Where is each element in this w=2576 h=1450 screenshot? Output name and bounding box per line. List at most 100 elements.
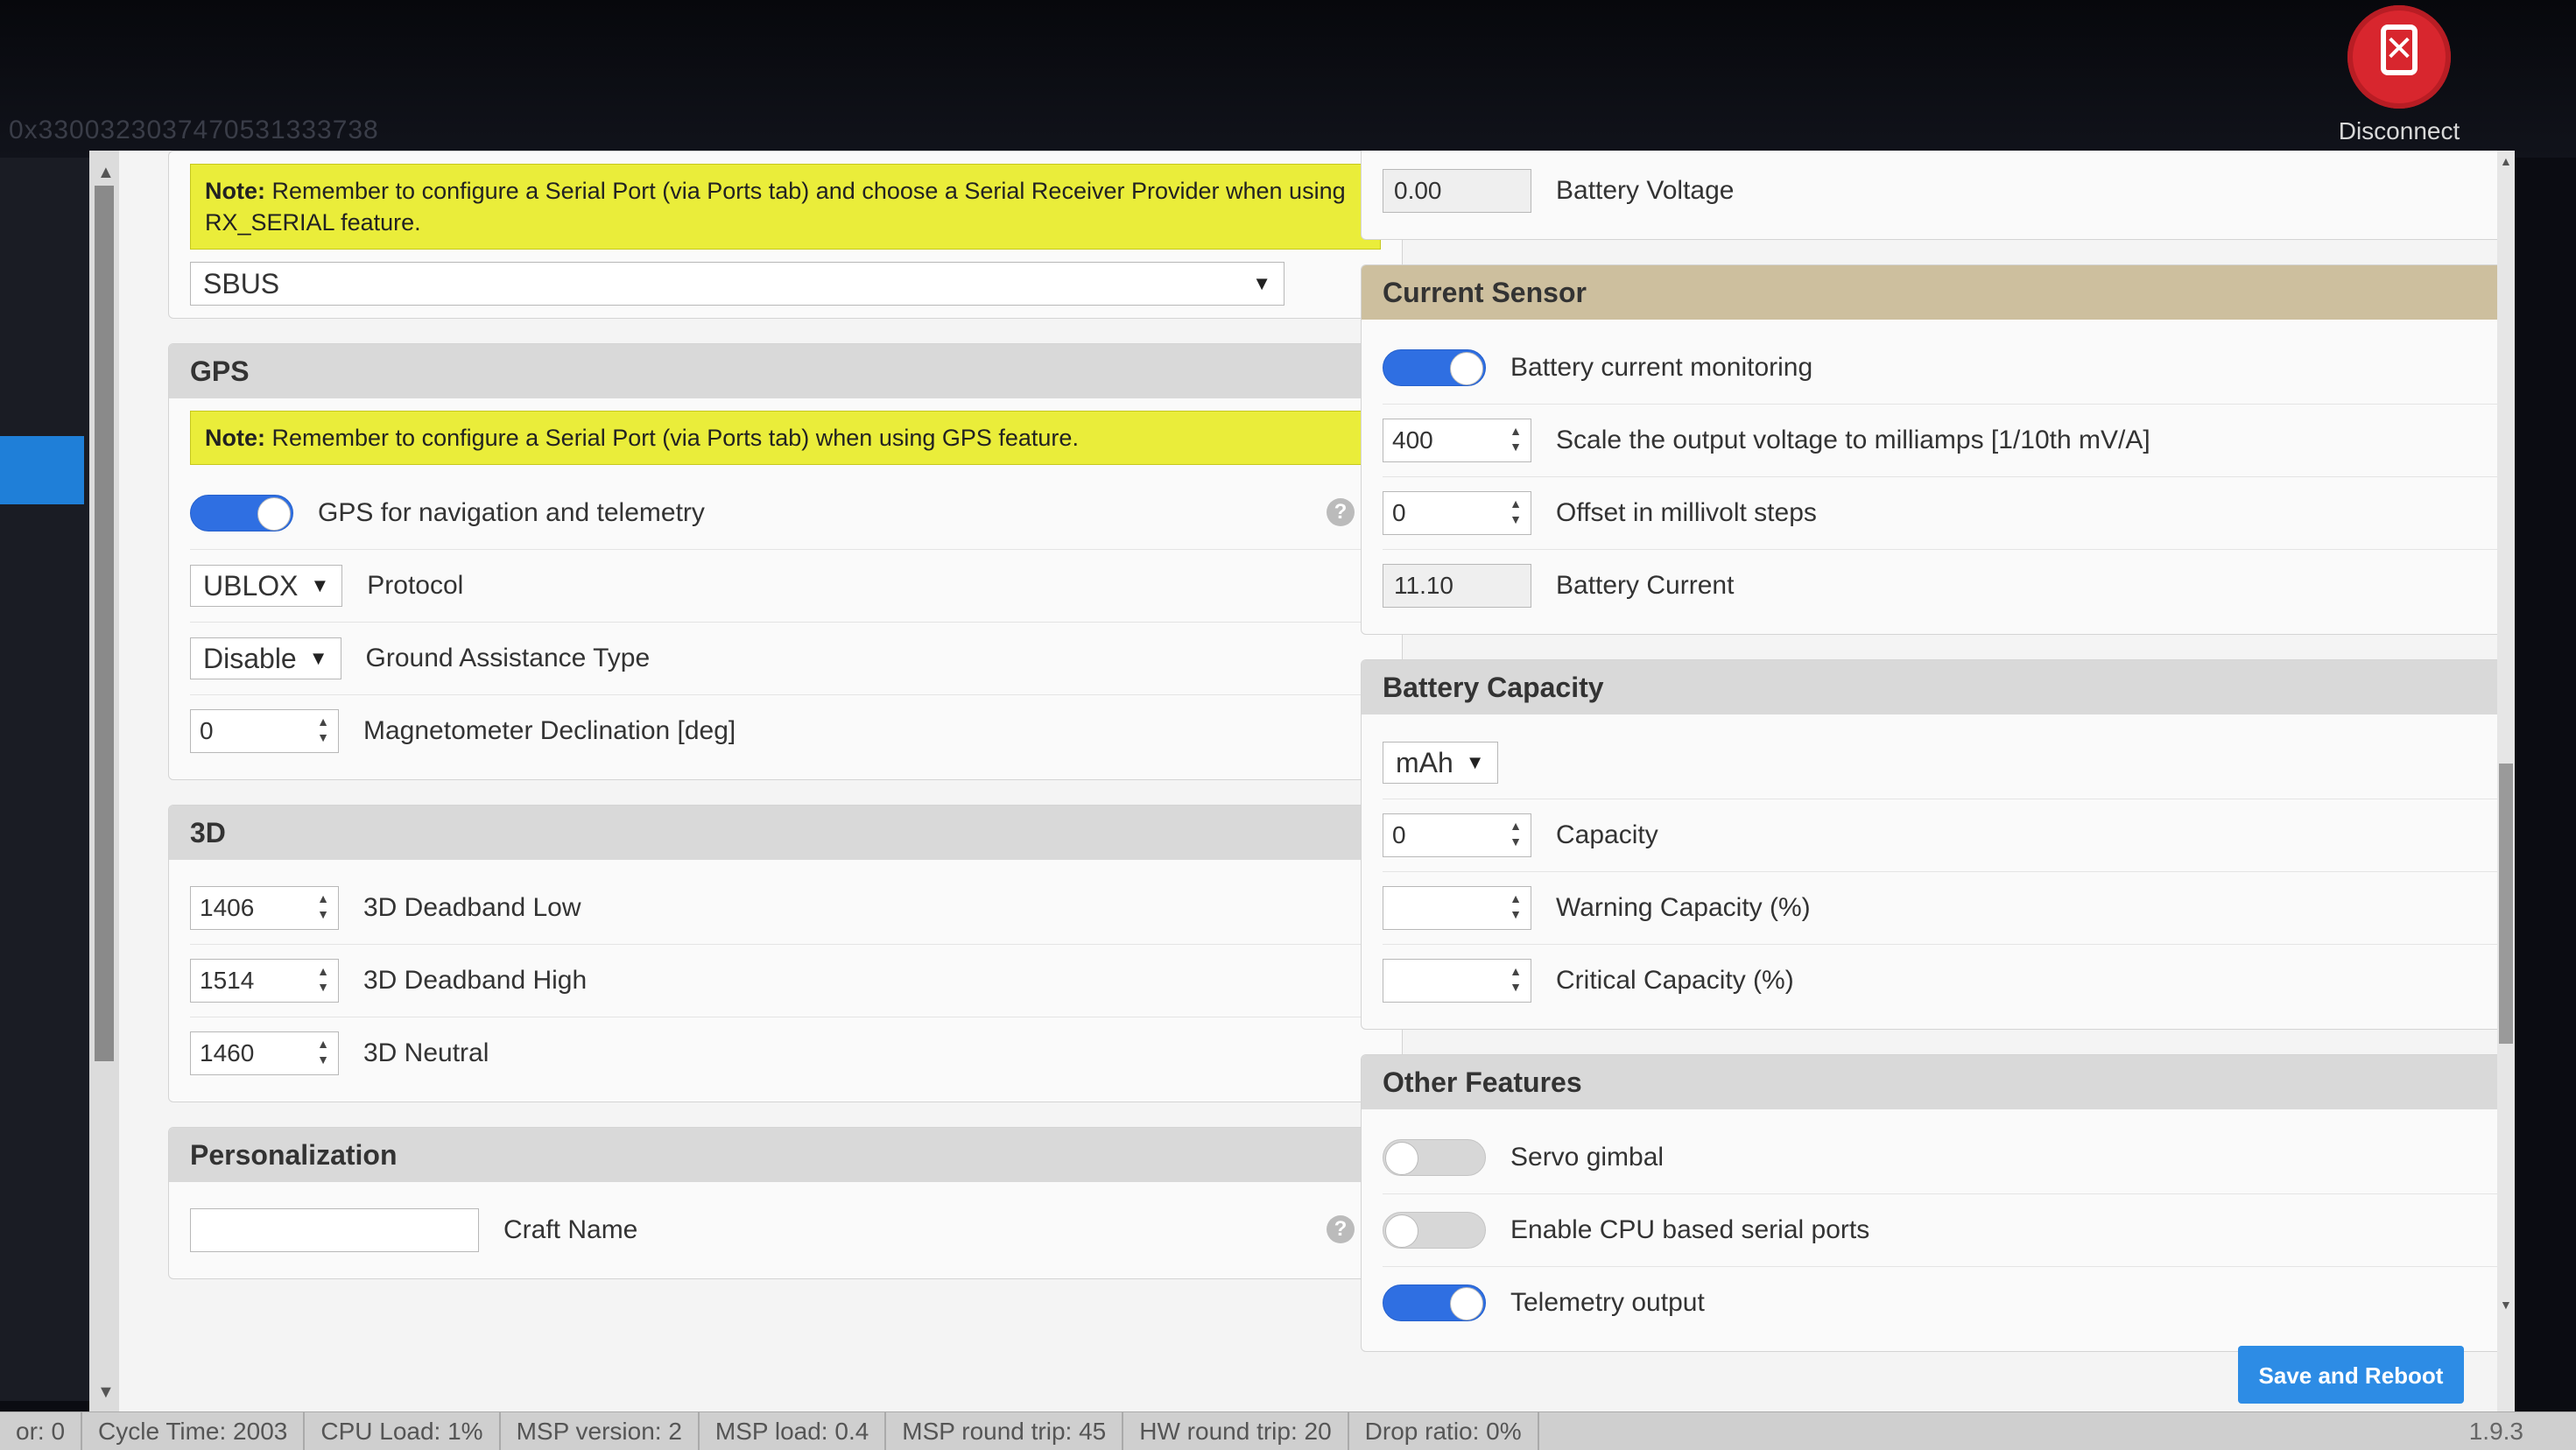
serial-receiver-provider-value: SBUS xyxy=(203,267,280,299)
left-scrollbar[interactable]: ▲ ▼ xyxy=(89,151,119,1411)
three-d-title: 3D xyxy=(169,806,1402,860)
spinner-arrows-icon[interactable]: ▲ ▼ xyxy=(313,890,333,926)
status-msp-round-trip: MSP round trip: 45 xyxy=(886,1412,1124,1450)
status-msp-load: MSP load: 0.4 xyxy=(700,1412,887,1450)
gps-protocol-row: UBLOX ▼ Protocol xyxy=(190,550,1381,623)
gps-toggle[interactable] xyxy=(190,495,293,531)
toggle-knob xyxy=(257,497,291,531)
neutral-row: 1460 ▲ ▼ 3D Neutral xyxy=(190,1017,1381,1089)
board-id-text: 0x3300323037470531333738 xyxy=(9,116,379,144)
spinner-arrows-icon[interactable]: ▲ ▼ xyxy=(1506,963,1525,998)
spinner-arrows-icon[interactable]: ▲ ▼ xyxy=(1506,818,1525,853)
cpu-serial-label: Enable CPU based serial ports xyxy=(1510,1215,1870,1244)
configuration-content: ▲ ▼ Note: Remember to configure a Serial… xyxy=(89,151,2515,1411)
spinner-arrows-icon[interactable]: ▲ ▼ xyxy=(1506,890,1525,926)
neutral-label: 3D Neutral xyxy=(363,1038,489,1067)
scroll-down-arrow-icon[interactable]: ▼ xyxy=(97,1383,115,1403)
status-hw-round-trip: HW round trip: 20 xyxy=(1123,1412,1349,1450)
save-and-reboot-button[interactable]: Save and Reboot xyxy=(2238,1346,2464,1404)
ground-assist-label: Ground Assistance Type xyxy=(365,644,651,672)
capacity-label: Capacity xyxy=(1556,820,1658,849)
capacity-unit-select[interactable]: mAh ▼ xyxy=(1383,742,1498,784)
spinner-arrows-icon[interactable]: ▲ ▼ xyxy=(1506,423,1525,458)
spinner-arrows-icon[interactable]: ▲ ▼ xyxy=(313,714,333,749)
chevron-down-icon: ▼ xyxy=(308,647,328,669)
spinner-arrows-icon[interactable]: ▲ ▼ xyxy=(1506,496,1525,531)
disconnect-x-glyph: ✕ xyxy=(2384,30,2414,68)
current-monitoring-label: Battery current monitoring xyxy=(1510,353,1813,382)
status-cycle-time: Cycle Time: 2003 xyxy=(82,1412,306,1450)
deadband-low-row: 1406 ▲ ▼ 3D Deadband Low xyxy=(190,872,1381,945)
capacity-unit-value: mAh xyxy=(1396,746,1453,778)
gps-protocol-select[interactable]: UBLOX ▼ xyxy=(190,565,343,607)
gps-toggle-label: GPS for navigation and telemetry xyxy=(318,498,705,527)
scale-label: Scale the output voltage to milliamps [1… xyxy=(1556,426,2150,454)
right-column: 0.00 Battery Voltage Current Sensor Batt… xyxy=(1361,151,2515,1376)
disconnect-label[interactable]: Disconnect xyxy=(2329,117,2469,145)
disconnect-button[interactable]: ✕ Disconnect xyxy=(2329,5,2469,145)
serial-receiver-provider-select[interactable]: SBUS ▼ xyxy=(190,262,1284,306)
ground-assist-row: Disable ▼ Ground Assistance Type xyxy=(190,623,1381,695)
telemetry-toggle[interactable] xyxy=(1383,1285,1486,1321)
capacity-row: 0 ▲ ▼ Capacity xyxy=(1383,799,2515,872)
craft-name-input[interactable] xyxy=(190,1208,479,1252)
offset-row: 0 ▲ ▼ Offset in millivolt steps xyxy=(1383,477,2515,550)
help-icon[interactable]: ? xyxy=(1327,1215,1355,1243)
spinner-arrows-icon[interactable]: ▲ ▼ xyxy=(313,963,333,998)
scroll-down-arrow-icon[interactable]: ▼ xyxy=(2500,1298,2512,1312)
spinner-arrows-icon[interactable]: ▲ ▼ xyxy=(313,1036,333,1071)
current-sensor-box: Current Sensor Battery current monitorin… xyxy=(1361,264,2515,635)
neutral-input[interactable]: 1460 ▲ ▼ xyxy=(190,1031,339,1075)
status-drop-ratio: Drop ratio: 0% xyxy=(1349,1412,1539,1450)
battery-capacity-title: Battery Capacity xyxy=(1362,660,2515,714)
scroll-up-arrow-icon[interactable]: ▲ xyxy=(2500,154,2512,168)
gps-note: Note: Remember to configure a Serial Por… xyxy=(190,411,1381,465)
deadband-high-row: 1514 ▲ ▼ 3D Deadband High xyxy=(190,945,1381,1017)
capacity-unit-row: mAh ▼ xyxy=(1383,727,2515,799)
battery-voltage-row: 0.00 Battery Voltage xyxy=(1383,155,2515,227)
deadband-high-label: 3D Deadband High xyxy=(363,966,588,995)
current-monitoring-row: Battery current monitoring xyxy=(1383,332,2515,405)
gps-note-bold: Note: xyxy=(205,425,265,451)
scale-input[interactable]: 400 ▲ ▼ xyxy=(1383,419,1531,462)
ground-assist-select[interactable]: Disable ▼ xyxy=(190,637,341,679)
warning-capacity-row: ▲ ▼ Warning Capacity (%) xyxy=(1383,872,2515,945)
help-icon[interactable]: ? xyxy=(1327,498,1355,526)
active-nav-indicator[interactable] xyxy=(0,436,84,504)
status-error-count: or: 0 xyxy=(0,1412,83,1450)
scroll-up-arrow-icon[interactable]: ▲ xyxy=(97,163,115,183)
capacity-input[interactable]: 0 ▲ ▼ xyxy=(1383,813,1531,857)
capacity-value: 0 xyxy=(1392,821,1406,848)
current-monitoring-toggle[interactable] xyxy=(1383,349,1486,386)
right-scrollbar[interactable]: ▲ ▼ xyxy=(2497,151,2515,1411)
critical-capacity-input[interactable]: ▲ ▼ xyxy=(1383,959,1531,1003)
toggle-knob xyxy=(1450,352,1483,385)
current-sensor-title: Current Sensor xyxy=(1362,265,2515,320)
telemetry-row: Telemetry output ? xyxy=(1383,1267,2515,1339)
cpu-serial-toggle[interactable] xyxy=(1383,1212,1486,1249)
deadband-high-input[interactable]: 1514 ▲ ▼ xyxy=(190,959,339,1003)
chevron-down-icon: ▼ xyxy=(1465,751,1485,773)
warning-capacity-label: Warning Capacity (%) xyxy=(1556,893,1811,922)
toggle-knob xyxy=(1385,1142,1418,1175)
usb-disconnect-icon[interactable]: ✕ xyxy=(2347,5,2451,109)
mag-decl-input[interactable]: 0 ▲ ▼ xyxy=(190,709,339,753)
warning-capacity-input[interactable]: ▲ ▼ xyxy=(1383,886,1531,930)
gps-box: GPS Note: Remember to configure a Serial… xyxy=(168,343,1403,780)
gps-protocol-label: Protocol xyxy=(367,571,464,600)
telemetry-label: Telemetry output xyxy=(1510,1288,1705,1317)
battery-voltage-value: 0.00 xyxy=(1383,169,1531,213)
deadband-low-label: 3D Deadband Low xyxy=(363,893,581,922)
scrollbar-thumb[interactable] xyxy=(2499,764,2513,1044)
scrollbar-thumb[interactable] xyxy=(95,186,114,1061)
left-column: Note: Remember to configure a Serial Por… xyxy=(168,151,1403,1304)
personalization-title: Personalization xyxy=(169,1128,1402,1182)
deadband-low-input[interactable]: 1406 ▲ ▼ xyxy=(190,886,339,930)
mag-decl-label: Magnetometer Declination [deg] xyxy=(363,716,736,745)
offset-input[interactable]: 0 ▲ ▼ xyxy=(1383,491,1531,535)
deadband-low-value: 1406 xyxy=(200,894,255,921)
gps-title: GPS xyxy=(169,344,1402,398)
receiver-note-bold: Note: xyxy=(205,178,265,204)
critical-capacity-row: ▲ ▼ Critical Capacity (%) xyxy=(1383,945,2515,1017)
servo-gimbal-toggle[interactable] xyxy=(1383,1139,1486,1176)
